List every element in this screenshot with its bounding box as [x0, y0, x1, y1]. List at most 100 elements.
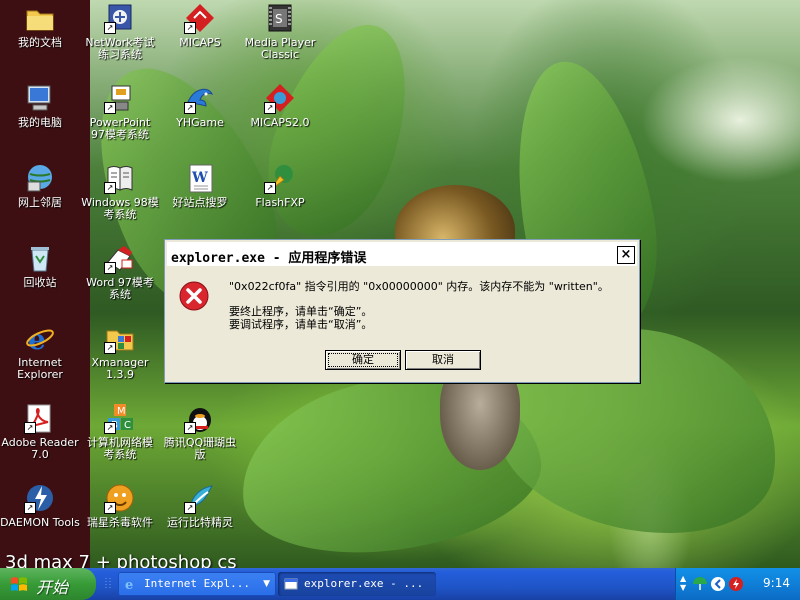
- rising-antivirus-icon: ↗: [104, 482, 136, 514]
- desktop-icon-label: PowerPoint 97模考系统: [89, 116, 151, 141]
- flashfxp-icon: ↗: [264, 162, 296, 194]
- desktop-icon-micaps[interactable]: ↗ MICAPS: [160, 2, 240, 49]
- error-message: "0x022cf0fa" 指令引用的 "0x00000000" 内存。该内存不能…: [229, 280, 609, 293]
- desktop-icon-label: DAEMON Tools: [0, 516, 80, 529]
- computer-network-exam-icon: MBC ↗: [104, 402, 136, 434]
- internet-explorer-icon: e: [24, 322, 56, 356]
- desktop-icon-word97-exam[interactable]: ↗ Word 97模考 系统: [80, 242, 160, 301]
- window-icon: [284, 578, 298, 590]
- micaps-icon: ↗: [184, 2, 216, 34]
- computer-icon: [24, 82, 56, 114]
- desktop-icon-media-player-classic[interactable]: S Media Player Classic: [240, 2, 320, 61]
- clock: 9:14: [763, 576, 790, 590]
- desktop-icon-label: 网上邻居: [18, 196, 62, 209]
- desktop-icon-my-computer[interactable]: 我的电脑: [0, 82, 80, 129]
- svg-text:M: M: [117, 406, 126, 417]
- desktop-icon-qq[interactable]: ↗ 腾讯QQ珊瑚虫 版: [160, 402, 240, 461]
- desktop-icon-network-places[interactable]: 网上邻居: [0, 162, 80, 209]
- desktop-icon-yhgame[interactable]: ↗ YHGame: [160, 82, 240, 129]
- windows98-exam-icon: ↗: [104, 162, 136, 194]
- debug-hint: 要调试程序，请单击“取消”。: [229, 318, 373, 331]
- internet-explorer-icon: e: [125, 578, 133, 591]
- desktop-icon-good-sites[interactable]: W 好站点搜罗: [160, 162, 240, 209]
- desktop-icon-label: 好站点搜罗: [172, 196, 228, 209]
- ok-button[interactable]: 确定: [325, 350, 401, 370]
- exam-app-icon: ↗: [104, 2, 136, 34]
- desktop-icon-rising-antivirus[interactable]: ↗ 瑞星杀毒软件: [80, 482, 160, 529]
- desktop-icon-label: 计算机网络模 考系统: [87, 436, 153, 461]
- chevron-down-icon: ▼: [263, 579, 270, 589]
- desktop-icon-powerpoint-exam[interactable]: ↗ PowerPoint 97模考系统: [80, 82, 160, 141]
- powerpoint-exam-icon: ↗: [104, 82, 136, 114]
- desktop-icon-label: Word 97模考 系统: [86, 276, 154, 301]
- desktop-icon-label: 我的文档: [18, 36, 62, 49]
- desktop-icon-computer-network-exam[interactable]: MBC ↗ 计算机网络模 考系统: [80, 402, 160, 461]
- taskbar-item-explorer-error[interactable]: explorer.exe - ...: [278, 572, 436, 596]
- network-places-icon: [24, 162, 56, 194]
- taskbar-item-internet-explorer[interactable]: e Internet Expl... ▼: [118, 572, 276, 596]
- desktop-icon-label: Media Player Classic: [244, 36, 316, 61]
- xmanager-icon: ↗: [104, 322, 136, 354]
- cancel-button[interactable]: 取消: [405, 350, 481, 370]
- micaps2-icon: ↗: [264, 82, 296, 114]
- svg-text:S: S: [275, 12, 283, 26]
- desktop-icon-label: 回收站: [23, 276, 57, 289]
- windows-flag-icon: [11, 577, 27, 591]
- tray-scroll-arrows[interactable]: ▲ ▼: [680, 574, 686, 592]
- dolphin-icon: ↗: [184, 82, 216, 114]
- desktop-icon-daemon-tools[interactable]: ↗ DAEMON Tools: [0, 482, 80, 529]
- desktop-icon-label: NetWork考试 练习系统: [85, 36, 155, 61]
- taskbar: 开始 e Internet Expl... ▼ explorer.exe - .…: [0, 568, 800, 600]
- desktop-icon-my-documents[interactable]: 我的文档: [0, 2, 80, 49]
- umbrella-icon[interactable]: [692, 576, 708, 592]
- desktop-icon-label: 腾讯QQ珊瑚虫 版: [163, 436, 237, 461]
- adobe-reader-icon: ↗: [24, 402, 56, 434]
- svg-text:W: W: [191, 170, 208, 186]
- back-arrow-icon[interactable]: [710, 576, 726, 592]
- desktop-icon-internet-explorer[interactable]: e Internet Explorer: [0, 322, 80, 381]
- desktop-icon-label: 运行比特精灵: [167, 516, 233, 529]
- dialog-titlebar[interactable]: explorer.exe - 应用程序错误 ×: [167, 242, 637, 266]
- start-button[interactable]: 开始: [0, 568, 96, 600]
- desktop-icon-recycle-bin[interactable]: 回收站: [0, 242, 80, 289]
- error-icon: [179, 281, 209, 311]
- desktop-icon-label: Adobe Reader 7.0: [1, 436, 79, 461]
- taskbar-item-label: Internet Expl...: [144, 577, 250, 590]
- chevron-down-icon: ▼: [680, 583, 687, 592]
- dialog-title: explorer.exe - 应用程序错误: [171, 251, 367, 266]
- desktop-icon-label: YHGame: [176, 116, 224, 129]
- qq-penguin-icon: ↗: [184, 402, 216, 434]
- desktop-icon-label: Windows 98模 考系统: [81, 196, 159, 221]
- desktop-icon-label: 我的电脑: [18, 116, 62, 129]
- flashget-icon[interactable]: [728, 576, 744, 592]
- bitspirit-icon: ↗: [184, 482, 216, 514]
- desktop-icon-xmanager[interactable]: ↗ Xmanager 1.3.9: [80, 322, 160, 381]
- word-document-icon: W: [184, 162, 216, 194]
- desktop-icon-flashfxp[interactable]: ↗ FlashFXP: [240, 162, 320, 209]
- desktop-icon-label: MICAPS: [179, 36, 221, 49]
- daemon-tools-icon: ↗: [24, 482, 56, 514]
- desktop-icon-label: Internet Explorer: [17, 356, 63, 381]
- desktop-icon-label: FlashFXP: [255, 196, 305, 209]
- system-tray: ▲ ▼ 9:14: [675, 568, 800, 600]
- word97-exam-icon: ↗: [104, 242, 136, 274]
- start-label: 开始: [36, 578, 69, 597]
- desktop-icon-label: 瑞星杀毒软件: [87, 516, 153, 529]
- desktop-icon-label: MICAPS2.0: [250, 116, 310, 129]
- desktop-icon-bitspirit[interactable]: ↗ 运行比特精灵: [160, 482, 240, 529]
- desktop-icon-windows98-exam[interactable]: ↗ Windows 98模 考系统: [80, 162, 160, 221]
- desktop-icon-adobe-reader[interactable]: ↗ Adobe Reader 7.0: [0, 402, 80, 461]
- desktop-icon-micaps2[interactable]: ↗ MICAPS2.0: [240, 82, 320, 129]
- taskbar-item-label: explorer.exe - ...: [304, 577, 424, 590]
- desktop-icon-label: Xmanager 1.3.9: [91, 356, 149, 381]
- svg-text:C: C: [124, 420, 131, 431]
- folder-icon: [24, 2, 56, 34]
- chevron-up-icon: ▲: [680, 574, 687, 583]
- error-dialog: explorer.exe - 应用程序错误 × "0x022cf0fa" 指令引…: [164, 239, 640, 383]
- close-icon[interactable]: ×: [617, 246, 635, 264]
- recycle-bin-icon: [24, 242, 56, 274]
- desktop-icon-network-exam[interactable]: ↗ NetWork考试 练习系统: [80, 2, 160, 61]
- quick-launch-handle[interactable]: [104, 576, 116, 592]
- svg-text:e: e: [125, 578, 133, 591]
- film-icon: S: [264, 2, 296, 34]
